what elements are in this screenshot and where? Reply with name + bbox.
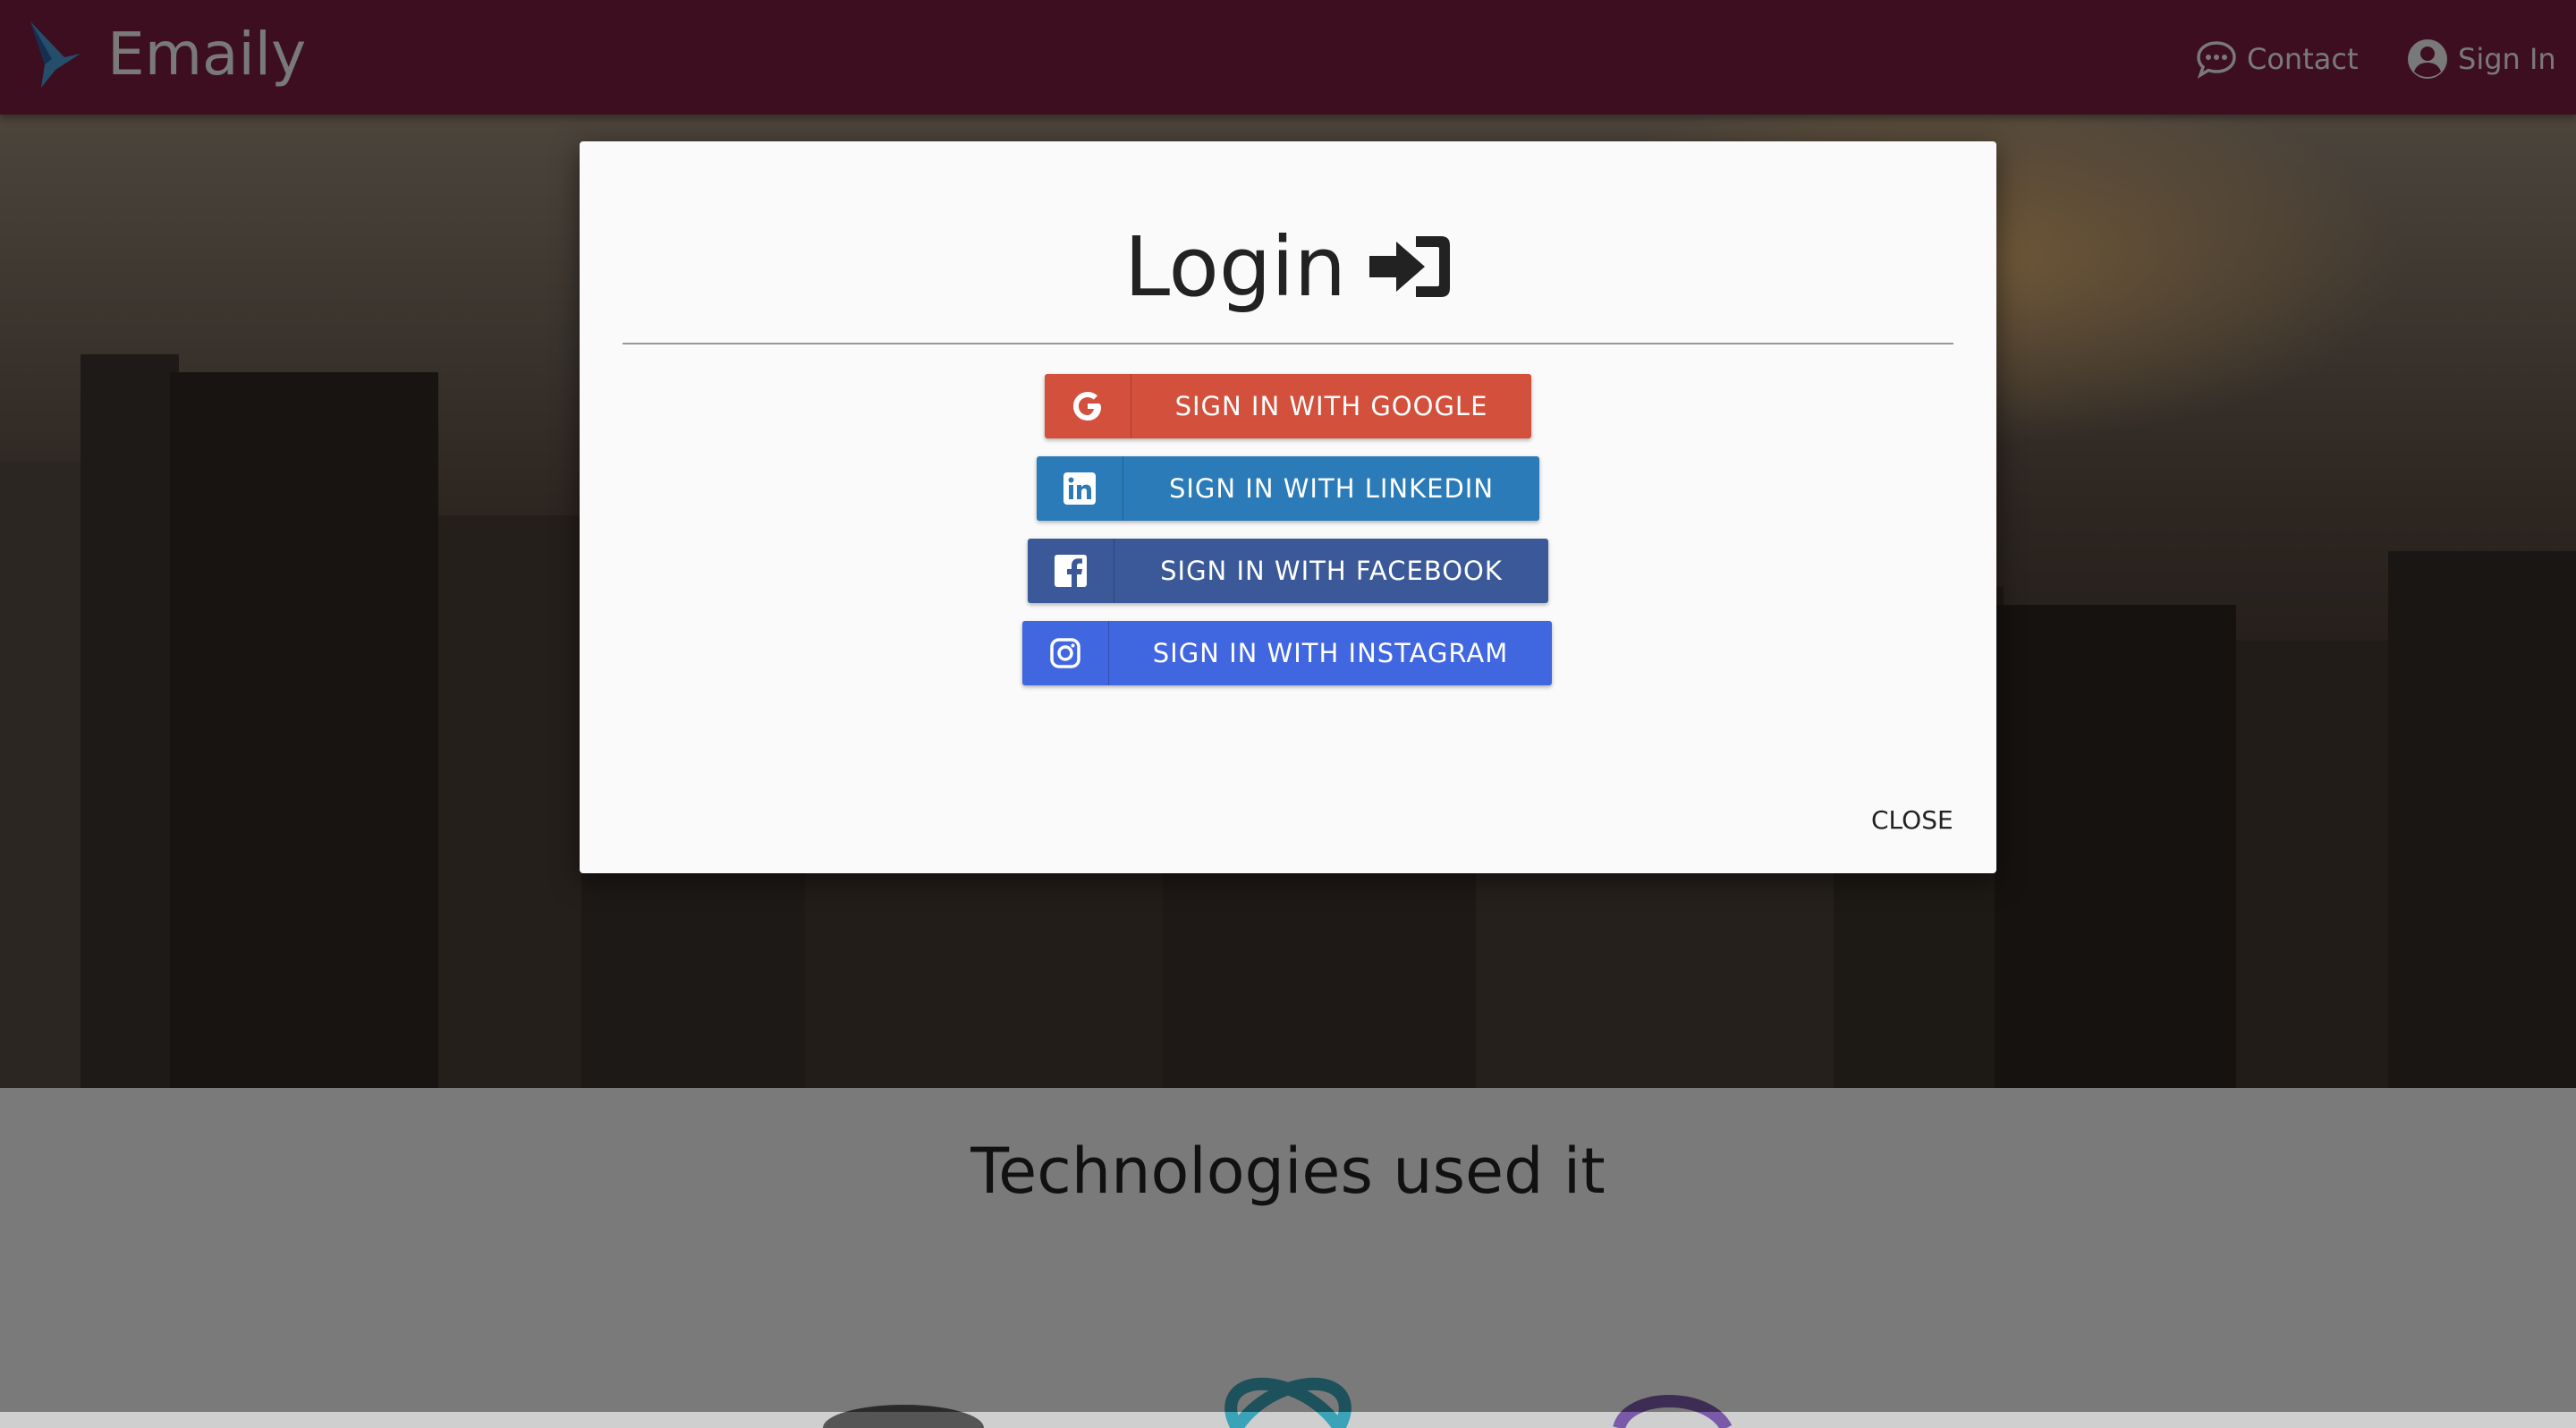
facebook-signin-button[interactable]: SIGN IN WITH FACEBOOK bbox=[1028, 539, 1548, 603]
login-modal: Login SIGN IN WITH GOOGLE SIGN IN WITH L… bbox=[580, 141, 1996, 873]
google-signin-button[interactable]: SIGN IN WITH GOOGLE bbox=[1045, 374, 1531, 438]
sign-in-icon bbox=[1369, 236, 1451, 297]
google-icon bbox=[1073, 392, 1101, 421]
modal-title-text: Login bbox=[1123, 218, 1347, 315]
google-signin-label: SIGN IN WITH GOOGLE bbox=[1174, 391, 1488, 421]
modal-title: Login bbox=[580, 204, 1996, 329]
modal-divider bbox=[623, 343, 1953, 344]
instagram-icon-box bbox=[1022, 621, 1109, 685]
instagram-icon bbox=[1050, 638, 1080, 668]
facebook-icon bbox=[1055, 555, 1087, 587]
instagram-signin-label: SIGN IN WITH INSTAGRAM bbox=[1152, 638, 1509, 668]
linkedin-signin-button[interactable]: SIGN IN WITH LINKEDIN bbox=[1037, 456, 1539, 521]
instagram-signin-button[interactable]: SIGN IN WITH INSTAGRAM bbox=[1022, 621, 1552, 685]
close-button[interactable]: CLOSE bbox=[1871, 805, 1953, 835]
linkedin-icon-box bbox=[1037, 456, 1123, 521]
facebook-icon-box bbox=[1028, 539, 1114, 603]
google-icon-box bbox=[1045, 374, 1131, 438]
linkedin-icon bbox=[1063, 472, 1096, 505]
linkedin-signin-label: SIGN IN WITH LINKEDIN bbox=[1168, 473, 1495, 504]
facebook-signin-label: SIGN IN WITH FACEBOOK bbox=[1160, 556, 1503, 586]
